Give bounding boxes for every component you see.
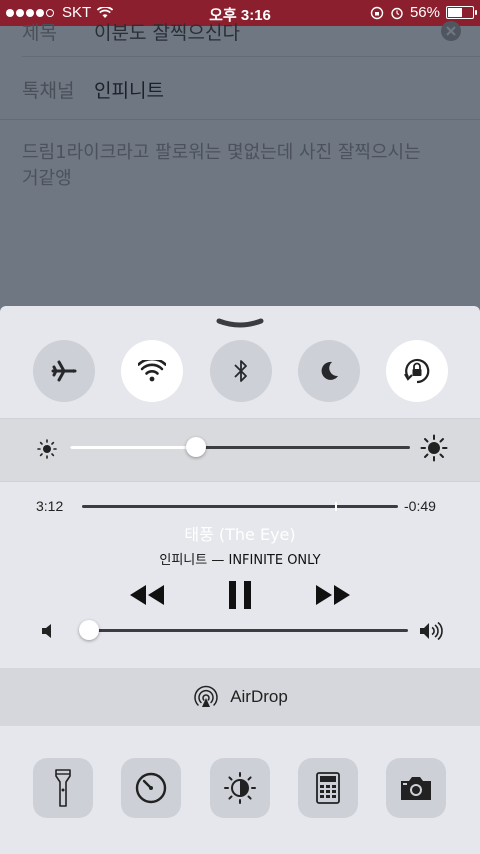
brightness-slider-thumb[interactable] bbox=[185, 437, 206, 457]
song-progress-marker[interactable] bbox=[334, 502, 337, 511]
brightness-high-icon bbox=[420, 434, 448, 462]
volume-high-icon bbox=[420, 621, 443, 641]
airdrop-button[interactable]: AirDrop bbox=[0, 668, 480, 726]
timer-button[interactable] bbox=[121, 758, 181, 818]
rotation-lock-icon bbox=[404, 358, 430, 384]
timer-icon bbox=[135, 772, 167, 804]
camera-button[interactable] bbox=[386, 758, 446, 818]
night-shift-icon bbox=[224, 772, 256, 804]
flashlight-icon bbox=[55, 769, 71, 807]
airplane-mode-toggle[interactable] bbox=[33, 340, 95, 402]
airdrop-label: AirDrop bbox=[230, 687, 288, 706]
brightness-fill bbox=[70, 446, 196, 449]
rewind-button[interactable] bbox=[128, 582, 166, 608]
airdrop-icon bbox=[194, 685, 218, 707]
brightness-section bbox=[0, 419, 480, 481]
channel-value: 인피니트 bbox=[94, 80, 164, 102]
body-text: 드림1라이크라고 팔로워는 몇없는데 사진 잘찍으시는 거같앵 bbox=[22, 140, 480, 192]
volume-track[interactable] bbox=[82, 629, 408, 632]
remaining-time: -0:49 bbox=[404, 498, 436, 514]
title-value: 이분도 잘찍으신다 bbox=[94, 22, 240, 44]
airplane-icon bbox=[51, 360, 77, 382]
pause-button[interactable] bbox=[226, 580, 254, 610]
do-not-disturb-toggle[interactable] bbox=[298, 340, 360, 402]
body-text-line-2: 거같앵 bbox=[22, 168, 72, 189]
clear-icon[interactable] bbox=[440, 20, 462, 42]
body-text-line-1: 드림1라이크라고 팔로워는 몇없는데 사진 잘찍으시는 bbox=[22, 142, 421, 163]
volume-low-icon bbox=[42, 624, 51, 638]
moon-icon bbox=[321, 361, 338, 380]
calculator-button[interactable] bbox=[298, 758, 358, 818]
channel-row: 톡채널 인피니트 bbox=[22, 76, 480, 103]
song-title: 태풍 (The Eye) bbox=[184, 525, 296, 544]
brightness-low-icon bbox=[37, 439, 57, 459]
elapsed-time: 3:12 bbox=[36, 498, 64, 514]
rotation-lock-toggle[interactable] bbox=[386, 340, 448, 402]
background-app: 제목 이분도 잘찍으신다 톡채널 인피니트 드림1라이크라고 팔로워는 몇없는데… bbox=[0, 21, 480, 306]
bluetooth-icon bbox=[234, 360, 247, 382]
control-center: 3:12 -0:49 태풍 (The Eye) 인피니트 — INFINITE … bbox=[0, 306, 480, 854]
song-progress-track[interactable] bbox=[82, 505, 398, 508]
title-row: 제목 이분도 잘찍으신다 bbox=[22, 18, 480, 45]
flashlight-button[interactable] bbox=[33, 758, 93, 818]
bluetooth-toggle[interactable] bbox=[210, 340, 272, 402]
night-shift-button[interactable] bbox=[210, 758, 270, 818]
title-label: 제목 bbox=[22, 22, 57, 44]
volume-slider-thumb[interactable] bbox=[78, 620, 99, 640]
camera-icon bbox=[401, 777, 431, 800]
channel-label: 톡채널 bbox=[22, 80, 75, 102]
song-artist-album: 인피니트 — INFINITE ONLY bbox=[159, 553, 321, 568]
wifi-icon bbox=[138, 360, 166, 382]
wifi-toggle[interactable] bbox=[121, 340, 183, 402]
grabber-handle-icon[interactable] bbox=[216, 318, 264, 328]
fast-forward-button[interactable] bbox=[314, 582, 352, 608]
calculator-icon bbox=[316, 772, 340, 804]
